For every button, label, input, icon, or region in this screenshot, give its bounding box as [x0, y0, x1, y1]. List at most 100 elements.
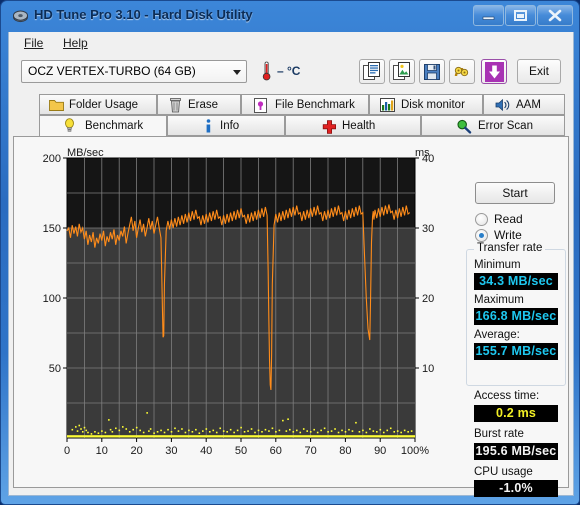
access-time-label: Access time: [474, 390, 540, 402]
chart-grid [67, 158, 415, 438]
average-label: Average: [474, 329, 520, 341]
radio-read-label: Read [494, 212, 523, 226]
svg-text:40: 40 [422, 153, 434, 165]
svg-text:100%: 100% [401, 445, 429, 457]
trash-icon [169, 98, 182, 114]
speaker-icon [495, 98, 511, 114]
drive-select[interactable]: OCZ VERTEX-TURBO (64 GB) [21, 60, 247, 83]
tab-info[interactable]: Info [167, 115, 285, 136]
tab-aam[interactable]: AAM [483, 94, 565, 115]
svg-text:20: 20 [422, 293, 434, 305]
tab-row-primary: Folder Usage Erase File Benchmark Disk m… [9, 94, 573, 115]
window-title: HD Tune Pro 3.10 - Hard Disk Utility [34, 7, 253, 22]
menu-file[interactable]: File [17, 35, 50, 51]
tab-file-benchmark-label: File Benchmark [275, 99, 355, 111]
maximize-button[interactable] [505, 5, 536, 26]
cpu-usage-label: CPU usage [474, 466, 533, 478]
svg-text:40: 40 [200, 445, 212, 457]
red-cross-icon [322, 120, 337, 135]
radio-write-label: Write [494, 228, 522, 242]
svg-text:20: 20 [130, 445, 142, 457]
toolbar: OCZ VERTEX-TURBO (64 GB) – °C Exit [9, 54, 573, 94]
start-button[interactable]: Start [475, 182, 555, 204]
svg-text:0: 0 [64, 445, 70, 457]
tab-error-scan-label: Error Scan [478, 120, 533, 132]
svg-text:150: 150 [43, 223, 61, 235]
svg-text:200: 200 [43, 153, 61, 165]
svg-text:50: 50 [235, 445, 247, 457]
magnifier-icon [456, 119, 472, 135]
tab-benchmark-label: Benchmark [85, 120, 144, 132]
tab-disk-monitor[interactable]: Disk monitor [369, 94, 483, 115]
access-time-value: 0.2 ms [474, 405, 558, 422]
svg-text:50: 50 [49, 363, 61, 375]
tab-health-label: Health [342, 120, 376, 132]
drive-select-label: OCZ VERTEX-TURBO (64 GB) [28, 64, 196, 78]
menu-help[interactable]: Help [56, 35, 95, 51]
chart-ylabel: MB/sec [67, 147, 104, 159]
average-value: 155.7 MB/sec [474, 343, 558, 360]
minimum-value: 34.3 MB/sec [474, 273, 558, 290]
svg-text:30: 30 [165, 445, 177, 457]
exit-button[interactable]: Exit [517, 59, 561, 84]
benchmark-panel: MB/sec ms 50 100 150 200 10 20 30 40 0 10 20 30 40… [13, 136, 569, 497]
copy-text-button[interactable] [359, 59, 385, 84]
file-benchmark-icon [254, 98, 267, 114]
title-bar: HD Tune Pro 3.10 - Hard Disk Utility [1, 1, 580, 32]
tab-folder-usage[interactable]: Folder Usage [39, 94, 157, 115]
cpu-usage-value: -1.0% [474, 480, 558, 497]
tab-info-label: Info [220, 120, 240, 132]
svg-text:30: 30 [422, 223, 434, 235]
menu-help-label: Help [63, 36, 88, 50]
tab-error-scan[interactable]: Error Scan [421, 115, 565, 136]
access-time-baseline [67, 435, 415, 438]
folder-icon [49, 98, 64, 114]
bar-chart-icon [380, 98, 395, 114]
menu-bar: File Help [9, 32, 573, 54]
tab-row-secondary: Benchmark Info Health Error Scan [9, 115, 573, 137]
benchmark-chart-svg: MB/sec ms 50100150200 10203040 0 10 20 30 40… [43, 147, 435, 457]
radio-read-mark [475, 213, 488, 226]
download-button[interactable] [481, 59, 507, 84]
svg-text:80: 80 [339, 445, 351, 457]
copy-image-button[interactable] [389, 59, 415, 84]
svg-text:60: 60 [270, 445, 282, 457]
save-button[interactable] [419, 59, 445, 84]
chart-xaxis-ticks: 0 10 20 30 40 50 60 70 80 90 100% [64, 438, 429, 457]
svg-text:90: 90 [374, 445, 386, 457]
minimize-button[interactable] [473, 5, 504, 26]
svg-text:100: 100 [43, 293, 61, 305]
tab-aam-label: AAM [516, 99, 541, 111]
svg-text:10: 10 [422, 363, 434, 375]
tab-benchmark[interactable]: Benchmark [39, 115, 167, 137]
maximum-value: 166.8 MB/sec [474, 308, 558, 325]
chart-y2axis-ticks: 10 20 30 40 [415, 153, 434, 375]
svg-text:70: 70 [304, 445, 316, 457]
minimum-label: Minimum [474, 259, 521, 271]
burst-rate-label: Burst rate [474, 428, 524, 440]
connection-button[interactable] [449, 59, 475, 84]
tab-folder-usage-label: Folder Usage [69, 99, 139, 111]
burst-rate-value: 195.6 MB/sec [474, 443, 558, 460]
client-area: File Help OCZ VERTEX-TURBO (64 GB) – °C [8, 32, 574, 497]
tab-erase-label: Erase [188, 99, 219, 111]
chevron-down-icon [233, 70, 241, 75]
radio-write-mark [475, 229, 488, 242]
lightbulb-icon [64, 118, 75, 136]
tab-erase[interactable]: Erase [157, 94, 241, 115]
transfer-rate-group-label: Transfer rate [474, 242, 546, 254]
tab-disk-monitor-label: Disk monitor [401, 99, 465, 111]
menu-file-label: File [24, 36, 44, 50]
benchmark-chart: MB/sec ms 50 100 150 200 10 20 30 40 0 10 20 30 40… [36, 144, 446, 464]
info-icon [204, 119, 213, 135]
tab-file-benchmark[interactable]: File Benchmark [241, 94, 369, 115]
maximum-label: Maximum [474, 294, 524, 306]
chart-yaxis-ticks: 50 100 150 200 [43, 153, 67, 375]
tab-health[interactable]: Health [285, 115, 421, 136]
close-button[interactable] [537, 5, 573, 26]
thermometer-icon [261, 61, 272, 87]
temperature-display: – °C [277, 64, 301, 78]
app-window: HD Tune Pro 3.10 - Hard Disk Utility Fil… [0, 0, 580, 505]
svg-text:10: 10 [96, 445, 108, 457]
hdtune-disk-icon [12, 8, 29, 25]
